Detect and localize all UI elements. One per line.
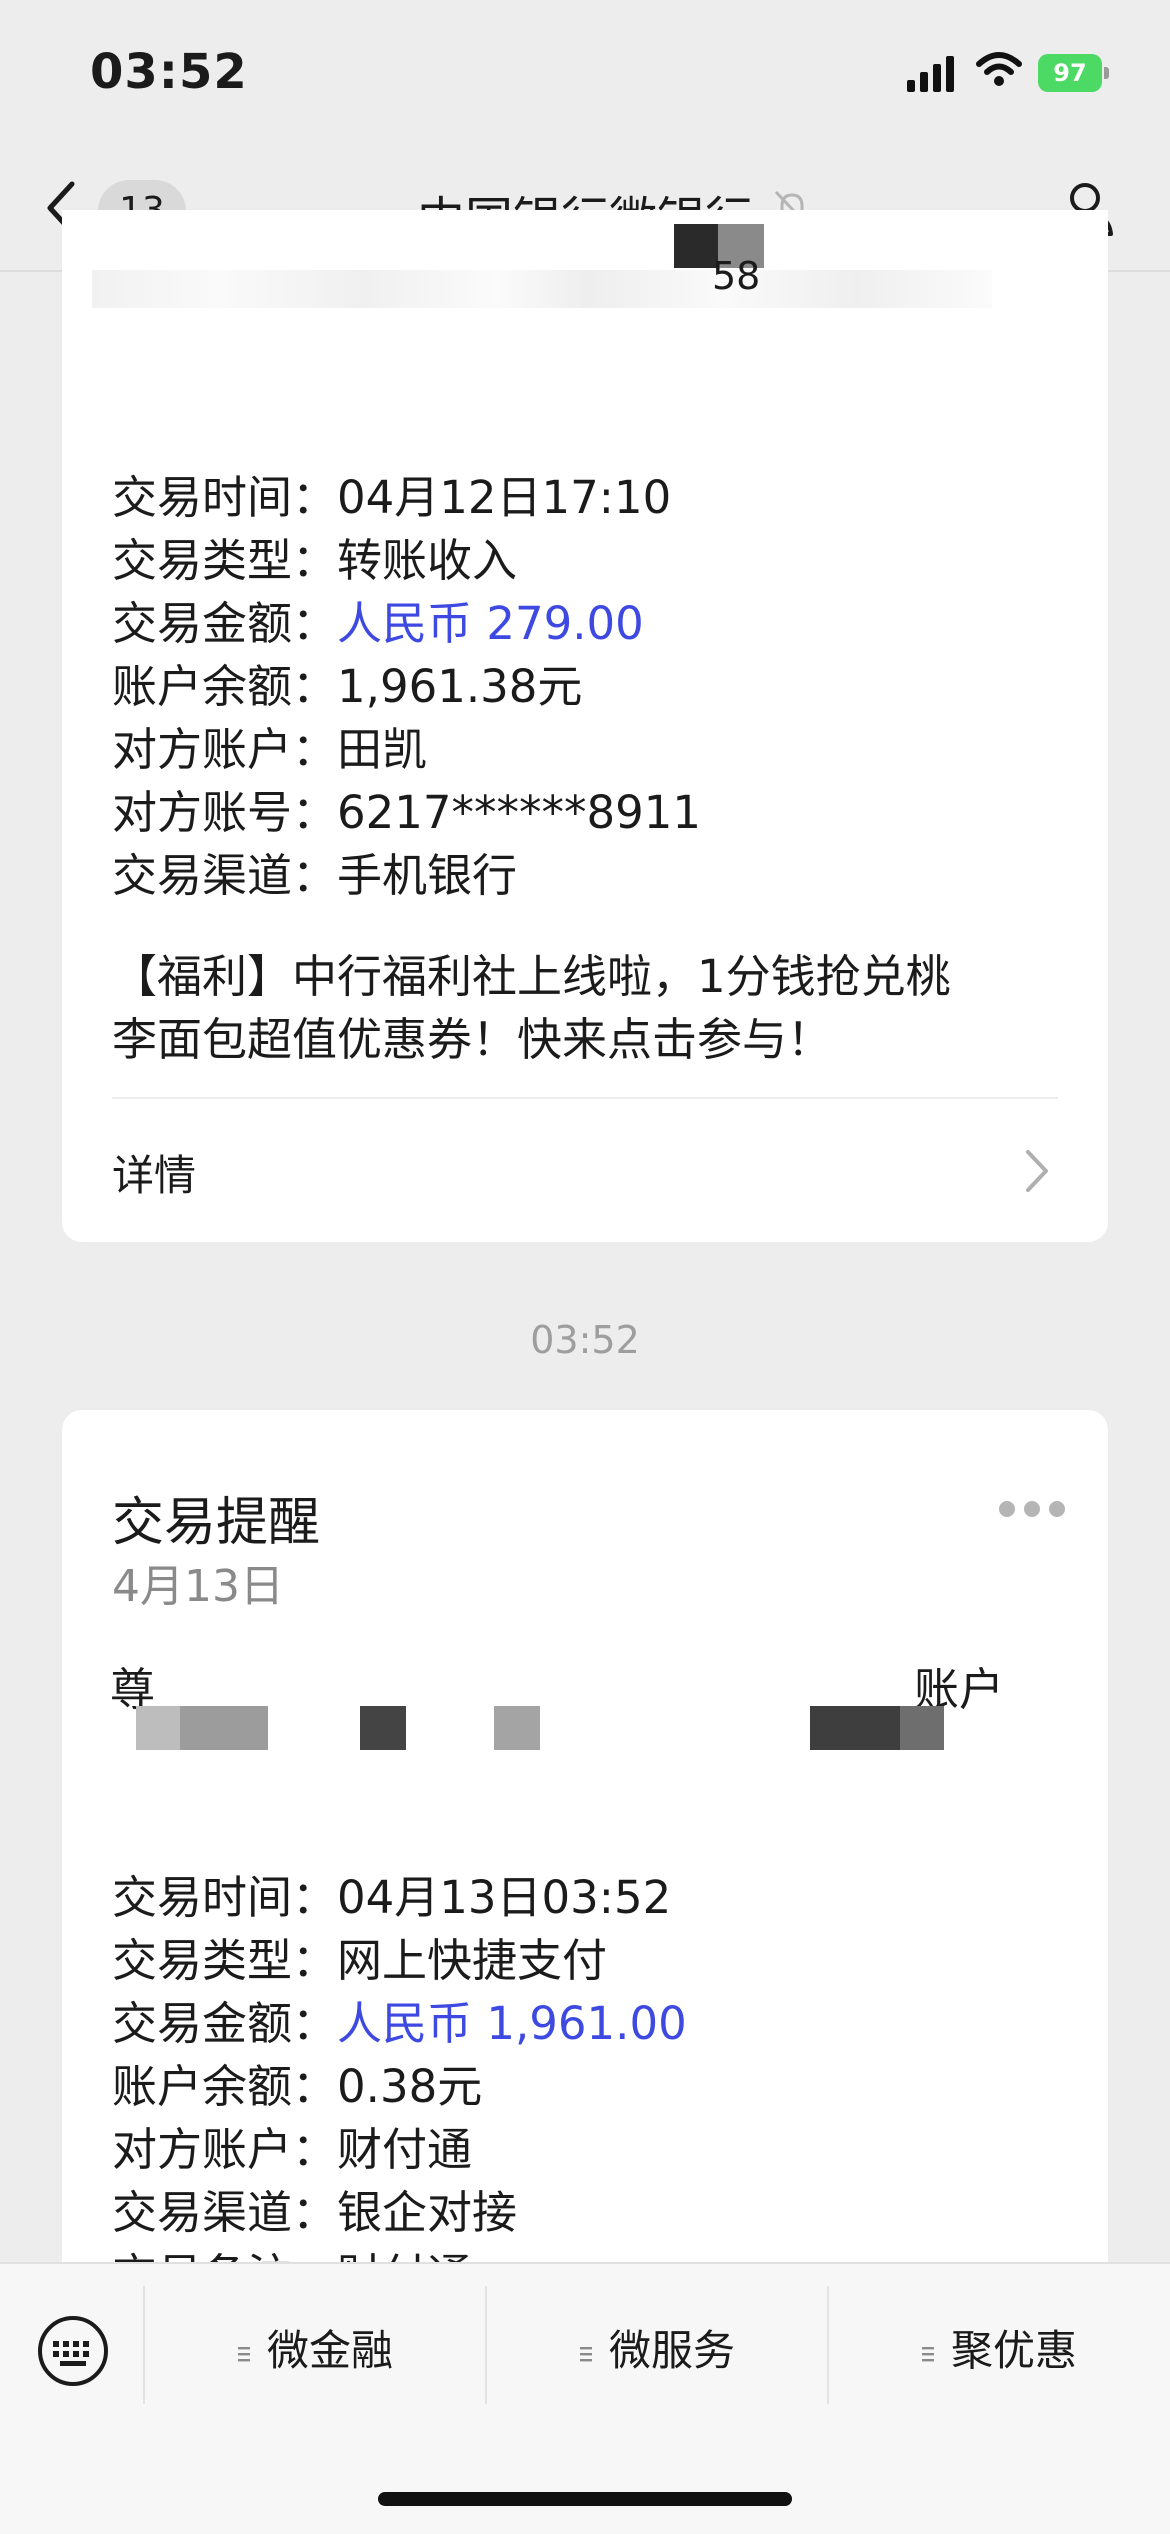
redacted-block (494, 1706, 540, 1750)
amount-value: 人民币 1,961.00 (337, 1997, 687, 2050)
details-link[interactable]: 详情 (112, 1142, 196, 1203)
redacted-block (180, 1706, 268, 1750)
redacted-block (900, 1706, 944, 1750)
home-indicator (378, 2492, 792, 2506)
keyboard-icon[interactable] (36, 2314, 110, 2388)
info-row: 交易类型：转账收入 (112, 534, 518, 587)
status-bar: 03:52 97 (0, 0, 1170, 150)
menu-lines-icon (237, 2346, 250, 2361)
redacted-bar (92, 270, 992, 308)
menu-lines-icon (579, 2346, 592, 2361)
transaction-card-1[interactable]: 58 交易时间：04月12日17:10 交易类型：转账收入 交易金额：人民币 2… (62, 210, 1108, 1242)
info-row: 交易金额：人民币 279.00 (112, 597, 644, 650)
info-row: 对方账户：田凯 (112, 723, 428, 776)
partial-text: 58 (712, 254, 761, 298)
card-title: 交易提醒 (112, 1493, 321, 1553)
info-row: 交易时间：04月12日17:10 (112, 471, 672, 524)
bottom-menu-bar: 微金融 微服务 聚优惠 (0, 2262, 1170, 2534)
message-timestamp: 03:52 (530, 1318, 640, 1362)
card-date: 4月13日 (112, 1561, 284, 1612)
promo-text: 【福利】中行福利社上线啦，1分钱抢兑桃 李面包超值优惠券！快来点击参与！ (112, 950, 951, 1066)
redacted-block (360, 1706, 406, 1750)
info-row: 交易类型：网上快捷支付 (112, 1934, 608, 1987)
info-row: 交易金额：人民币 1,961.00 (112, 1997, 687, 2050)
transaction-card-2[interactable]: 交易提醒 4月13日 尊 账户 交易时间：04月13日03:52 交易类型：网上… (62, 1410, 1108, 2310)
chevron-right-icon[interactable] (1022, 1148, 1052, 1194)
divider (112, 1097, 1058, 1099)
info-row: 账户余额：0.38元 (112, 2060, 483, 2113)
wifi-icon (976, 52, 1022, 86)
menu-lines-icon (921, 2346, 934, 2361)
menu-juyouhui[interactable]: 聚优惠 (829, 2314, 1169, 2388)
battery-percent: 97 (1053, 59, 1087, 87)
info-row: 交易渠道：银企对接 (112, 2186, 518, 2239)
menu-weijinrong[interactable]: 微金融 (145, 2314, 485, 2388)
battery-indicator: 97 (1038, 54, 1110, 92)
amount-value: 人民币 279.00 (337, 597, 644, 650)
info-row: 账户余额：1,961.38元 (112, 660, 583, 713)
menu-weifuwu[interactable]: 微服务 (487, 2314, 827, 2388)
status-time: 03:52 (90, 44, 248, 100)
cellular-signal-icon (907, 56, 954, 92)
info-row: 对方账户：财付通 (112, 2123, 473, 2176)
info-row: 对方账号：6217******8911 (112, 786, 702, 839)
redacted-block (136, 1706, 180, 1750)
info-row: 交易时间：04月13日03:52 (112, 1871, 672, 1924)
more-dots-icon[interactable] (997, 1498, 1067, 1520)
info-row: 交易渠道：手机银行 (112, 849, 518, 902)
